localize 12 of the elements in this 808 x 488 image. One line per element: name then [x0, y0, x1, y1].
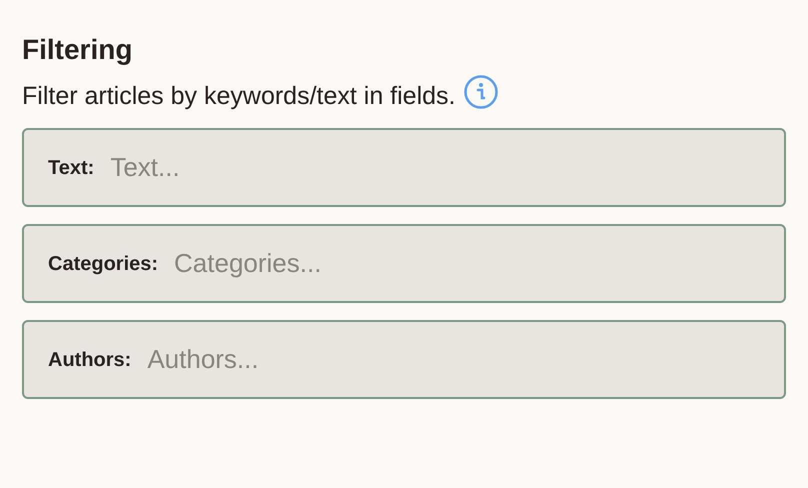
field-label: Categories:	[48, 252, 158, 276]
info-icon[interactable]	[463, 74, 500, 110]
filter-field[interactable]: Categories: Categories...	[22, 224, 786, 303]
description: Filter articles by keywords/text in fields.	[22, 81, 456, 112]
filter-field[interactable]: Authors: Authors...	[22, 320, 786, 399]
text-input[interactable]: Categories...	[174, 244, 784, 283]
filter-field[interactable]: Text: Text...	[22, 128, 786, 207]
section-title: Filtering	[22, 33, 132, 67]
text-input[interactable]: Text...	[110, 148, 784, 187]
text-input[interactable]: Authors...	[147, 340, 784, 379]
field-label: Text:	[48, 156, 94, 180]
field-label: Authors:	[48, 348, 132, 372]
